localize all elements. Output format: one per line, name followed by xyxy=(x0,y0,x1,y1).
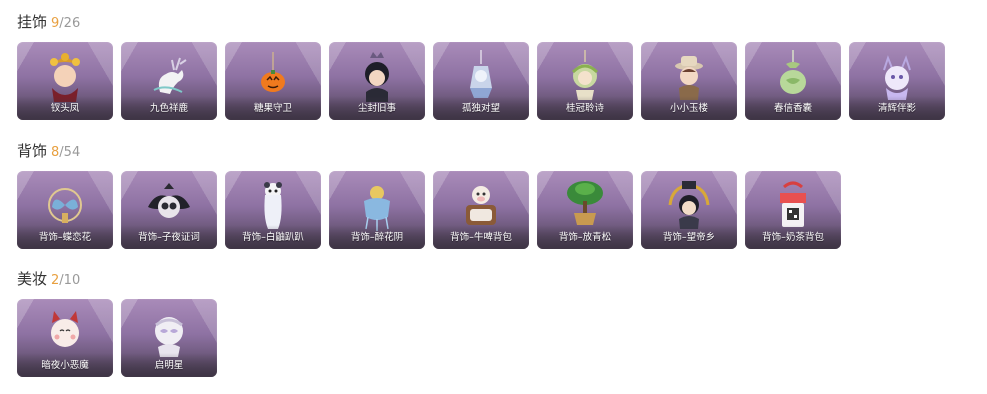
section-makeup: 美妆 2/10 暗夜小恶魔 启明星 xyxy=(17,269,217,377)
purple-spirit-icon xyxy=(883,55,911,100)
item-card[interactable]: 春信香囊 xyxy=(745,42,841,120)
item-card[interactable]: 孤独对望 xyxy=(433,42,529,120)
item-label: 启明星 xyxy=(154,360,184,371)
item-card[interactable]: 清辉伴影 xyxy=(849,42,945,120)
section-count: 2/10 xyxy=(51,273,81,288)
hat-boy-icon xyxy=(675,56,703,100)
item-label: 暗夜小恶魔 xyxy=(41,360,89,371)
section-title: 挂饰 xyxy=(17,13,48,31)
item-label: 小小玉楼 xyxy=(669,103,708,114)
item-label: 清辉伴影 xyxy=(877,103,916,114)
green-sachet-icon xyxy=(780,50,806,94)
item-card[interactable]: 糖果守卫 xyxy=(225,42,321,120)
milk-tea-bag-icon xyxy=(780,181,806,227)
devil-face-icon xyxy=(51,311,79,347)
item-label: 背饰–奶茶背包 xyxy=(762,232,824,243)
pine-bonsai-icon xyxy=(567,181,603,225)
section-header: 挂饰 9/26 xyxy=(17,12,945,32)
laurel-doll-icon xyxy=(571,50,599,100)
section-count: 9/26 xyxy=(51,16,81,31)
item-card[interactable]: 小小玉楼 xyxy=(641,42,737,120)
item-card[interactable]: 背饰–奶茶背包 xyxy=(745,171,841,249)
item-card[interactable]: 钗头凤 xyxy=(17,42,113,120)
item-card[interactable]: 暗夜小恶魔 xyxy=(17,299,113,377)
blue-flower-lantern-icon xyxy=(364,186,390,231)
item-card[interactable]: 背饰–白鼬趴趴 xyxy=(225,171,321,249)
crowned-boy-icon xyxy=(365,52,389,102)
item-label: 孤独对望 xyxy=(461,103,500,114)
section-back-ornaments: 背饰 8/54 背饰–蝶恋花 背饰–子夜证词 背饰–白鼬趴趴 背饰–醉花阴 背饰–… xyxy=(17,141,841,249)
item-card[interactable]: 背饰–蝶恋花 xyxy=(17,171,113,249)
white-deer-icon xyxy=(153,57,187,94)
item-label: 桂冠聆诗 xyxy=(565,103,604,114)
item-card[interactable]: 背饰–放青松 xyxy=(537,171,633,249)
item-label: 九色祥鹿 xyxy=(149,103,188,114)
section-count: 8/54 xyxy=(51,145,81,160)
item-label: 背饰–醉花阴 xyxy=(350,232,404,243)
white-ferret-icon xyxy=(264,182,282,229)
section-header: 背饰 8/54 xyxy=(17,141,841,161)
item-label: 背饰–牛啤背包 xyxy=(450,232,512,243)
item-card[interactable]: 启明星 xyxy=(121,299,217,377)
item-card[interactable]: 背饰–子夜证词 xyxy=(121,171,217,249)
item-label: 尘封旧事 xyxy=(357,103,396,114)
black-owl-icon xyxy=(148,183,190,218)
item-card[interactable]: 九色祥鹿 xyxy=(121,42,217,120)
item-card[interactable]: 背饰–醉花阴 xyxy=(329,171,425,249)
gold-crown-icon xyxy=(668,181,710,229)
item-label: 背饰–望帝乡 xyxy=(662,232,716,243)
cow-backpack-icon xyxy=(466,186,496,225)
butterfly-ring-icon xyxy=(48,188,82,223)
silver-charm-icon xyxy=(470,50,492,98)
item-label: 背饰–白鼬趴趴 xyxy=(242,232,304,243)
item-label: 钗头凤 xyxy=(50,103,80,114)
pumpkin-guard-icon xyxy=(261,52,285,92)
item-card[interactable]: 背饰–望帝乡 xyxy=(641,171,737,249)
item-card[interactable]: 尘封旧事 xyxy=(329,42,425,120)
section-hanging-ornaments: 挂饰 9/26 钗头凤 九色祥鹿 糖果守卫 尘封旧事 孤独对望 桂冠聆诗 小小玉… xyxy=(17,12,945,120)
item-grid: 背饰–蝶恋花 背饰–子夜证词 背饰–白鼬趴趴 背饰–醉花阴 背饰–牛啤背包 背饰… xyxy=(17,171,841,249)
section-title: 背饰 xyxy=(17,142,48,160)
section-header: 美妆 2/10 xyxy=(17,269,217,289)
flower-crown-doll-icon xyxy=(50,53,80,102)
star-mask-icon xyxy=(155,317,183,357)
item-grid: 暗夜小恶魔 启明星 xyxy=(17,299,217,377)
item-label: 背饰–子夜证词 xyxy=(138,232,200,243)
item-label: 背饰–蝶恋花 xyxy=(38,232,92,243)
section-title: 美妆 xyxy=(17,270,48,288)
item-label: 背饰–放青松 xyxy=(558,232,612,243)
item-grid: 钗头凤 九色祥鹿 糖果守卫 尘封旧事 孤独对望 桂冠聆诗 小小玉楼 春信香囊 清… xyxy=(17,42,945,120)
item-card[interactable]: 桂冠聆诗 xyxy=(537,42,633,120)
item-card[interactable]: 背饰–牛啤背包 xyxy=(433,171,529,249)
item-label: 春信香囊 xyxy=(773,103,812,114)
item-label: 糖果守卫 xyxy=(253,103,292,114)
